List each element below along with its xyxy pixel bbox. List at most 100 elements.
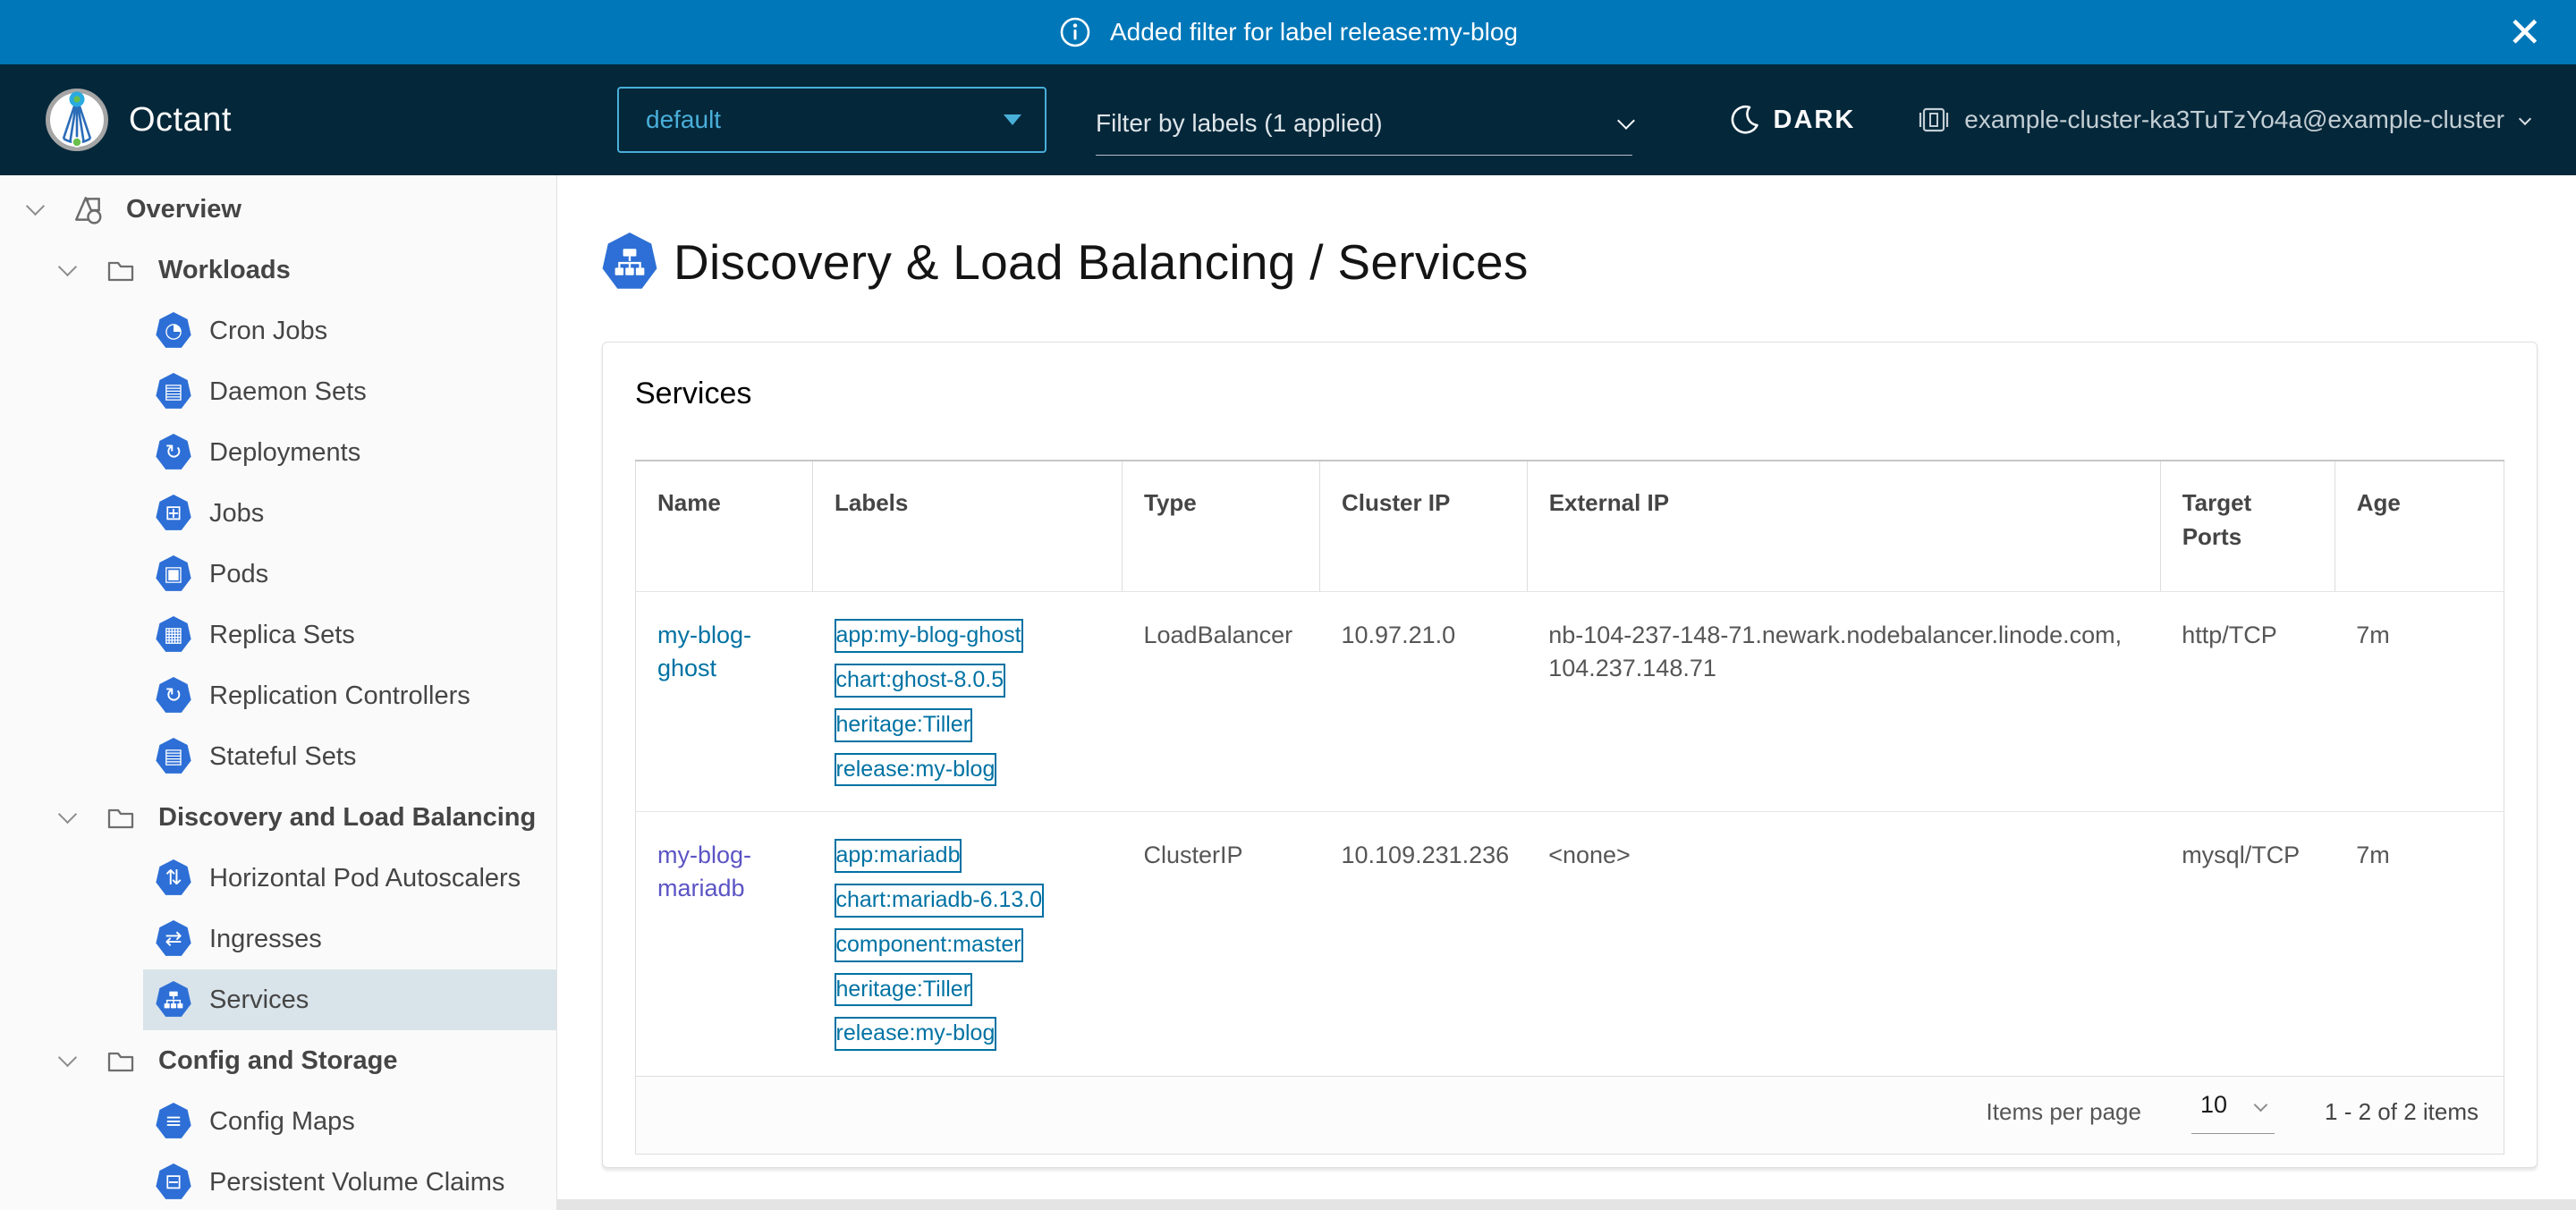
pagination: Items per page 10 1 - 2 of 2 items bbox=[661, 1089, 2479, 1134]
cell-target-ports: http/TCP bbox=[2160, 592, 2334, 812]
close-icon[interactable]: ✕ bbox=[2507, 12, 2542, 53]
horizontal-pod-autoscalers-icon: ⇅ bbox=[156, 859, 191, 897]
cell-cluster-ip: 10.97.21.0 bbox=[1320, 592, 1528, 812]
stateful-sets-icon: ▤ bbox=[156, 738, 191, 775]
cell-age: 7m bbox=[2334, 592, 2504, 812]
cell-external-ip: nb-104-237-148-71.newark.nodebalancer.li… bbox=[1527, 592, 2160, 812]
pagination-range: 1 - 2 of 2 items bbox=[2325, 1098, 2479, 1126]
chevron-down-icon bbox=[1617, 113, 1635, 131]
info-banner: Added filter for label release:my-blog ✕ bbox=[0, 0, 2576, 64]
label-pill[interactable]: heritage:Tiller bbox=[835, 973, 973, 1007]
caret-down-icon[interactable] bbox=[58, 804, 77, 823]
caret-down-icon[interactable] bbox=[26, 196, 45, 215]
label-pill[interactable]: component:master bbox=[835, 928, 1023, 962]
caret-down-icon[interactable] bbox=[58, 257, 77, 275]
page-title: Discovery & Load Balancing / Services bbox=[602, 233, 2576, 292]
cluster-dropdown[interactable]: example-cluster-ka3TuTzYo4a@example-clus… bbox=[1918, 104, 2529, 136]
main-content: Discovery & Load Balancing / Services Se… bbox=[557, 175, 2576, 1210]
sidebar-item-config-maps[interactable]: ≡ Config Maps bbox=[143, 1091, 556, 1152]
sidebar-item-ingresses[interactable]: ⇄ Ingresses bbox=[143, 909, 556, 969]
sidebar-item-replication-controllers[interactable]: ↻ Replication Controllers bbox=[143, 665, 556, 726]
deployments-icon: ↻ bbox=[156, 434, 191, 471]
sidebar-item-cron-jobs[interactable]: ◔ Cron Jobs bbox=[143, 300, 556, 361]
header-tools: DARK example-cluster-ka3TuTzYo4a@example… bbox=[1731, 104, 2530, 136]
moon-icon bbox=[1731, 105, 1759, 135]
services-icon bbox=[602, 233, 657, 292]
sidebar-item-deployments[interactable]: ↻ Deployments bbox=[143, 422, 556, 483]
persistent-volume-claims-icon: ⊟ bbox=[156, 1163, 191, 1201]
sidebar-group-label: Discovery and Load Balancing bbox=[158, 803, 536, 833]
sidebar-item-horizontal-pod-autoscalers[interactable]: ⇅ Horizontal Pod Autoscalers bbox=[143, 848, 556, 909]
label-pill[interactable]: release:my-blog bbox=[835, 753, 997, 787]
col-header-name: Name bbox=[636, 461, 813, 592]
service-link[interactable]: my-blog-ghost bbox=[657, 622, 751, 681]
horizontal-scrollbar[interactable] bbox=[557, 1199, 2576, 1210]
folder-icon bbox=[101, 802, 140, 833]
cell-cluster-ip: 10.109.231.236 bbox=[1320, 812, 1528, 1077]
col-header-type: Type bbox=[1123, 461, 1320, 592]
col-header-cluster-ip: Cluster IP bbox=[1320, 461, 1528, 592]
dropdown-arrow-icon bbox=[1004, 114, 1021, 125]
config-maps-icon: ≡ bbox=[156, 1103, 191, 1140]
label-filter-text: Filter by labels (1 applied) bbox=[1096, 109, 1383, 138]
service-link[interactable]: my-blog-mariadb bbox=[657, 842, 751, 901]
sidebar-item-jobs[interactable]: ⊞ Jobs bbox=[143, 483, 556, 544]
sidebar-group-config-and-storage[interactable]: Config and Storage bbox=[0, 1030, 556, 1091]
label-pill[interactable]: app:my-blog-ghost bbox=[835, 619, 1023, 653]
col-header-age: Age bbox=[2334, 461, 2504, 592]
table-row: my-blog-ghost app:my-blog-ghost chart:gh… bbox=[636, 592, 2504, 812]
label-filter-select[interactable]: Filter by labels (1 applied) bbox=[1096, 93, 1632, 156]
theme-toggle[interactable]: DARK bbox=[1731, 105, 1856, 135]
info-icon bbox=[1058, 15, 1092, 49]
table-footer-row: Items per page 10 1 - 2 of 2 items bbox=[636, 1077, 2504, 1155]
octant-app: Added filter for label release:my-blog ✕… bbox=[0, 0, 2576, 1210]
brand: Octant bbox=[45, 88, 232, 152]
label-pill[interactable]: release:my-blog bbox=[835, 1017, 997, 1051]
pods-icon: ▣ bbox=[156, 555, 191, 593]
label-pill[interactable]: heritage:Tiller bbox=[835, 708, 973, 742]
cluster-label: example-cluster-ka3TuTzYo4a@example-clus… bbox=[1964, 106, 2504, 134]
label-pill[interactable]: chart:ghost-8.0.5 bbox=[835, 664, 1006, 698]
label-pill[interactable]: chart:mariadb-6.13.0 bbox=[835, 884, 1045, 918]
col-header-external-ip: External IP bbox=[1527, 461, 2160, 592]
cell-age: 7m bbox=[2334, 812, 2504, 1077]
items-per-page-value: 10 bbox=[2200, 1091, 2227, 1119]
sidebar-item-stateful-sets[interactable]: ▤ Stateful Sets bbox=[143, 726, 556, 787]
col-header-target-ports: Target Ports bbox=[2160, 461, 2334, 592]
sidebar-item-daemon-sets[interactable]: ▤ Daemon Sets bbox=[143, 361, 556, 422]
sidebar-item-pods[interactable]: ▣ Pods bbox=[143, 544, 556, 605]
items-per-page-select[interactable]: 10 bbox=[2191, 1089, 2275, 1134]
label-pill[interactable]: app:mariadb bbox=[835, 839, 962, 873]
sidebar-group-discovery-load-balancing[interactable]: Discovery and Load Balancing bbox=[0, 787, 556, 848]
replica-sets-icon: ▦ bbox=[156, 616, 191, 654]
namespace-select[interactable]: default bbox=[617, 87, 1046, 153]
cron-jobs-icon: ◔ bbox=[156, 312, 191, 350]
sidebar: Overview Workloads ◔ Cron Jobs ▤ Daemon … bbox=[0, 175, 557, 1210]
cell-external-ip: <none> bbox=[1527, 812, 2160, 1077]
sidebar-item-persistent-volume-claims[interactable]: ⊟ Persistent Volume Claims bbox=[143, 1152, 556, 1210]
chevron-down-icon bbox=[2519, 113, 2531, 125]
sidebar-item-services[interactable]: Services bbox=[143, 969, 556, 1030]
app-header: Octant default Filter by labels (1 appli… bbox=[0, 64, 2576, 175]
folder-icon bbox=[101, 1045, 140, 1076]
sidebar-group-workloads[interactable]: Workloads bbox=[0, 240, 556, 300]
cell-target-ports: mysql/TCP bbox=[2160, 812, 2334, 1077]
items-per-page-label: Items per page bbox=[1987, 1098, 2141, 1126]
sidebar-group-label: Workloads bbox=[158, 256, 291, 285]
daemon-sets-icon: ▤ bbox=[156, 373, 191, 410]
services-table: Name Labels Type Cluster IP External IP … bbox=[635, 460, 2504, 1155]
sidebar-group-label: Config and Storage bbox=[158, 1046, 397, 1076]
app-title: Octant bbox=[129, 101, 232, 140]
banner-message: Added filter for label release:my-blog bbox=[1110, 18, 1518, 47]
ingresses-icon: ⇄ bbox=[156, 920, 191, 958]
namespace-value: default bbox=[646, 106, 721, 134]
sidebar-item-replica-sets[interactable]: ▦ Replica Sets bbox=[143, 605, 556, 665]
services-card: Services Name Labels Type Cluster IP Ext… bbox=[602, 342, 2538, 1168]
sidebar-item-overview[interactable]: Overview bbox=[0, 179, 556, 240]
sidebar-item-label: Overview bbox=[126, 195, 242, 224]
caret-down-icon[interactable] bbox=[58, 1047, 77, 1066]
cluster-icon bbox=[1918, 104, 1950, 136]
folder-icon bbox=[101, 255, 140, 285]
replication-controllers-icon: ↻ bbox=[156, 677, 191, 715]
card-title: Services bbox=[635, 377, 2504, 411]
